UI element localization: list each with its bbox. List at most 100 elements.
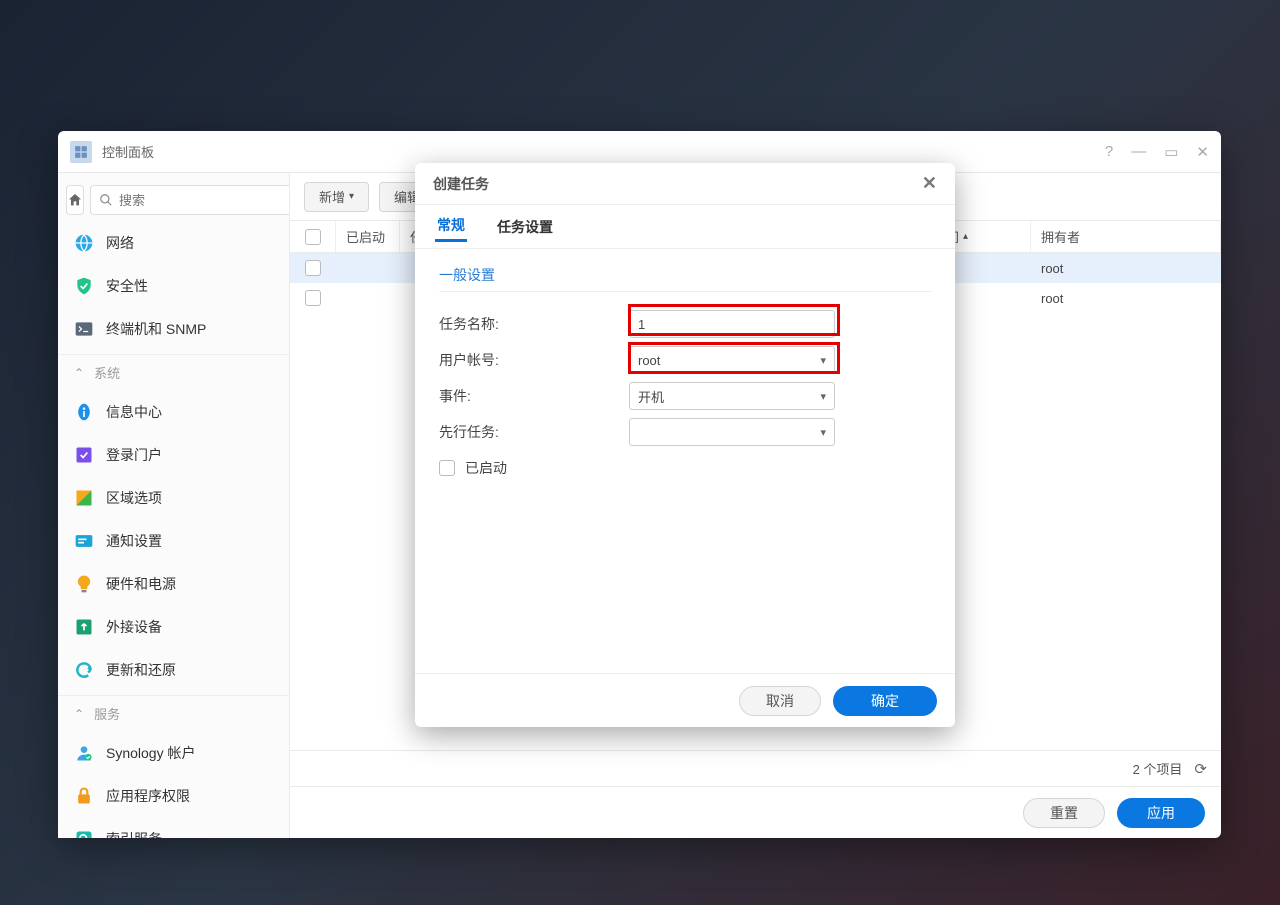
- sidebar-item-info-center[interactable]: 信息中心: [58, 390, 289, 433]
- dialog-titlebar: 创建任务 ✕: [415, 163, 955, 205]
- portal-icon: [74, 445, 94, 465]
- sidebar-item-label: 硬件和电源: [106, 574, 176, 594]
- sidebar-item-security[interactable]: 安全性: [58, 264, 289, 307]
- row-checkbox[interactable]: [305, 290, 321, 306]
- sidebar-item-label: 信息中心: [106, 402, 162, 422]
- select-account[interactable]: root ▾: [629, 346, 835, 374]
- region-icon: [74, 488, 94, 508]
- maximize-button[interactable]: ▭: [1164, 143, 1178, 161]
- row-owner: root: [1031, 283, 1221, 313]
- sidebar-group-services[interactable]: ⌃ 服务: [58, 695, 289, 731]
- dialog-title-text: 创建任务: [433, 174, 489, 194]
- sidebar-item-notification[interactable]: 通知设置: [58, 519, 289, 562]
- ok-button[interactable]: 确定: [833, 686, 937, 716]
- sidebar: 网络 安全性 终端机和 SNMP ⌃ 系统 信息中心 登录门户: [58, 173, 290, 838]
- form-row-event: 事件: 开机 ▾: [439, 378, 931, 414]
- form-row-task-name: 任务名称:: [439, 306, 931, 342]
- close-button[interactable]: ✕: [1196, 143, 1209, 161]
- section-general-settings: 一般设置: [439, 265, 931, 292]
- group-label: 服务: [94, 704, 120, 723]
- sidebar-item-hardware-power[interactable]: 硬件和电源: [58, 562, 289, 605]
- search-icon: [99, 193, 113, 207]
- sidebar-item-label: 索引服务: [106, 829, 162, 839]
- chevron-up-icon: ⌃: [74, 366, 84, 380]
- sidebar-item-label: 网络: [106, 233, 134, 253]
- status-bar: 2 个项目 ⟳: [290, 750, 1221, 786]
- window-controls: ? — ▭ ✕: [1105, 143, 1209, 161]
- upload-icon: [74, 617, 94, 637]
- sidebar-item-regional-options[interactable]: 区域选项: [58, 476, 289, 519]
- checkbox-enabled[interactable]: [439, 460, 455, 476]
- sidebar-item-label: 安全性: [106, 276, 148, 296]
- group-label: 系统: [94, 363, 120, 382]
- sidebar-item-terminal-snmp[interactable]: 终端机和 SNMP: [58, 307, 289, 350]
- sidebar-item-synology-account[interactable]: Synology 帐户: [58, 731, 289, 774]
- sidebar-item-label: 通知设置: [106, 531, 162, 551]
- search-box[interactable]: [90, 185, 290, 215]
- info-icon: [74, 402, 94, 422]
- sidebar-item-external-devices[interactable]: 外接设备: [58, 605, 289, 648]
- select-pretask[interactable]: ▾: [629, 418, 835, 446]
- create-task-dialog: 创建任务 ✕ 常规 任务设置 一般设置 任务名称: 用户帐号: root ▾ 事…: [415, 163, 955, 727]
- input-task-name[interactable]: [629, 310, 835, 338]
- label-pretask: 先行任务:: [439, 422, 629, 442]
- sidebar-item-label: 区域选项: [106, 488, 162, 508]
- form-row-account: 用户帐号: root ▾: [439, 342, 931, 378]
- notify-icon: [74, 531, 94, 551]
- window-title: 控制面板: [102, 142, 1105, 161]
- form-row-pretask: 先行任务: ▾: [439, 414, 931, 450]
- terminal-icon: [74, 319, 94, 339]
- sidebar-item-update-restore[interactable]: 更新和还原: [58, 648, 289, 691]
- bulb-icon: [74, 574, 94, 594]
- sidebar-item-login-portal[interactable]: 登录门户: [58, 433, 289, 476]
- row-owner: root: [1031, 253, 1221, 283]
- chevron-up-icon: ⌃: [74, 707, 84, 721]
- label-task-name: 任务名称:: [439, 314, 629, 334]
- sidebar-item-label: 外接设备: [106, 617, 162, 637]
- column-owner[interactable]: 拥有者: [1031, 221, 1221, 252]
- cancel-button[interactable]: 取消: [739, 686, 821, 716]
- footer: 重置 应用: [290, 786, 1221, 838]
- reset-button[interactable]: 重置: [1023, 798, 1105, 828]
- select-event[interactable]: 开机 ▾: [629, 382, 835, 410]
- add-button[interactable]: 新增▾: [304, 182, 369, 212]
- dialog-tabs: 常规 任务设置: [415, 205, 955, 249]
- dialog-footer: 取消 确定: [415, 673, 955, 727]
- caret-down-icon: ▾: [820, 426, 826, 439]
- lock-icon: [74, 786, 94, 806]
- sidebar-item-app-privileges[interactable]: 应用程序权限: [58, 774, 289, 817]
- sidebar-item-network[interactable]: 网络: [58, 221, 289, 264]
- label-event: 事件:: [439, 386, 629, 406]
- search-input[interactable]: [119, 193, 290, 208]
- row-checkbox[interactable]: [305, 260, 321, 276]
- label-account: 用户帐号:: [439, 350, 629, 370]
- caret-down-icon: ▾: [820, 354, 826, 367]
- minimize-button[interactable]: —: [1131, 143, 1146, 161]
- apply-button[interactable]: 应用: [1117, 798, 1205, 828]
- tab-task-settings[interactable]: 任务设置: [495, 213, 555, 241]
- home-button[interactable]: [66, 185, 84, 215]
- app-icon: [70, 141, 92, 163]
- shield-icon: [74, 276, 94, 296]
- sidebar-item-indexing-service[interactable]: 索引服务: [58, 817, 289, 838]
- select-all-checkbox[interactable]: [305, 229, 321, 245]
- sidebar-item-label: 登录门户: [106, 445, 162, 465]
- sidebar-group-system[interactable]: ⌃ 系统: [58, 354, 289, 390]
- sidebar-item-label: Synology 帐户: [106, 743, 195, 763]
- cycle-icon: [74, 660, 94, 680]
- column-enabled[interactable]: 已启动: [336, 221, 400, 252]
- item-count: 2 个项目: [1133, 759, 1183, 778]
- sort-asc-icon: ▴: [963, 231, 968, 242]
- dialog-close-button[interactable]: ✕: [922, 173, 937, 194]
- label-enabled: 已启动: [465, 458, 507, 478]
- globe-icon: [74, 233, 94, 253]
- refresh-button[interactable]: ⟳: [1194, 760, 1207, 778]
- caret-down-icon: ▾: [820, 390, 826, 403]
- search-service-icon: [74, 829, 94, 839]
- sidebar-item-label: 应用程序权限: [106, 786, 190, 806]
- form-row-enabled: 已启动: [439, 450, 931, 478]
- user-icon: [74, 743, 94, 763]
- sidebar-item-label: 终端机和 SNMP: [106, 319, 206, 339]
- help-button[interactable]: ?: [1105, 143, 1113, 161]
- tab-general[interactable]: 常规: [435, 211, 467, 242]
